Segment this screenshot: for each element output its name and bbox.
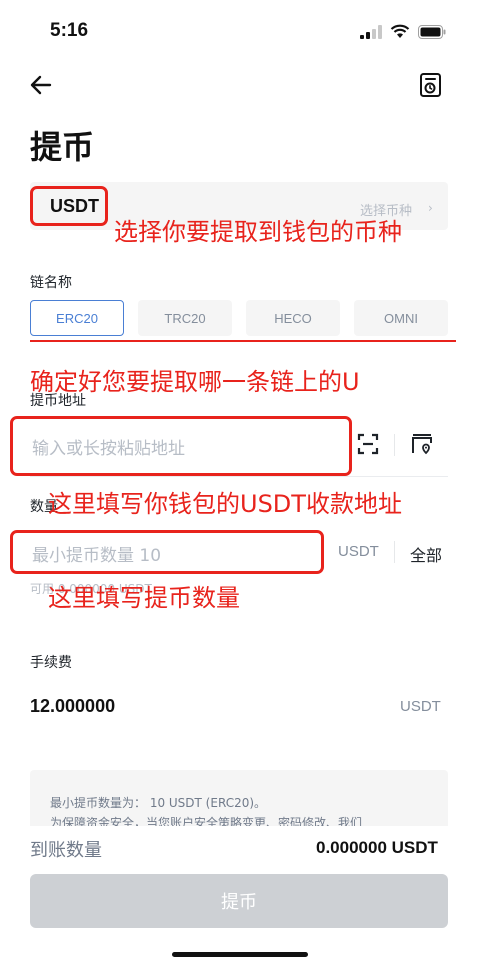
all-button[interactable]: 全部: [410, 542, 442, 566]
address-book-icon[interactable]: [410, 432, 434, 456]
status-time: 5:16: [50, 20, 89, 41]
chain-tab-erc20[interactable]: ERC20: [30, 300, 124, 336]
address-divider: [394, 434, 395, 456]
status-icons: [360, 24, 446, 39]
signal-icon: [360, 24, 382, 39]
amount-divider: [394, 541, 395, 563]
history-record-icon[interactable]: [418, 72, 444, 98]
page-title: 提币: [30, 128, 95, 166]
receive-amount-label: 到账数量: [30, 840, 102, 861]
chain-tab-heco[interactable]: HECO: [246, 300, 340, 336]
scan-icon[interactable]: [356, 432, 380, 456]
withdraw-button[interactable]: 提币: [30, 874, 448, 928]
notice-text: 最小提币数量为： 10 USDT (ERC20)。: [50, 796, 267, 810]
chain-label: 链名称: [30, 275, 72, 291]
chevron-right-icon: ›: [428, 201, 433, 215]
annotation-chain: 确定好您要提取哪一条链上的U: [30, 368, 360, 396]
chain-tab-omni[interactable]: OMNI: [354, 300, 448, 336]
annotation-box-coin: [30, 186, 108, 226]
chain-tab-trc20[interactable]: TRC20: [138, 300, 232, 336]
fee-unit: USDT: [400, 698, 441, 715]
annotation-line-chain: [30, 340, 456, 342]
annotation-coin: 选择你要提取到钱包的币种: [114, 218, 402, 246]
address-underline: [30, 476, 448, 477]
annotation-amount: 这里填写提币数量: [48, 584, 240, 612]
amount-unit: USDT: [338, 543, 379, 560]
back-arrow-icon[interactable]: [28, 72, 54, 98]
fee-value: 12.000000: [30, 696, 116, 716]
fee-label: 手续费: [30, 655, 72, 671]
annotation-box-amount: [10, 530, 324, 574]
wifi-icon: [390, 24, 410, 38]
annotation-box-address: [10, 416, 352, 476]
home-indicator: [172, 952, 308, 957]
receive-amount-value: 0.000000 USDT: [316, 838, 438, 857]
battery-icon: [418, 24, 446, 39]
annotation-address: 这里填写你钱包的USDT收款地址: [48, 490, 402, 518]
